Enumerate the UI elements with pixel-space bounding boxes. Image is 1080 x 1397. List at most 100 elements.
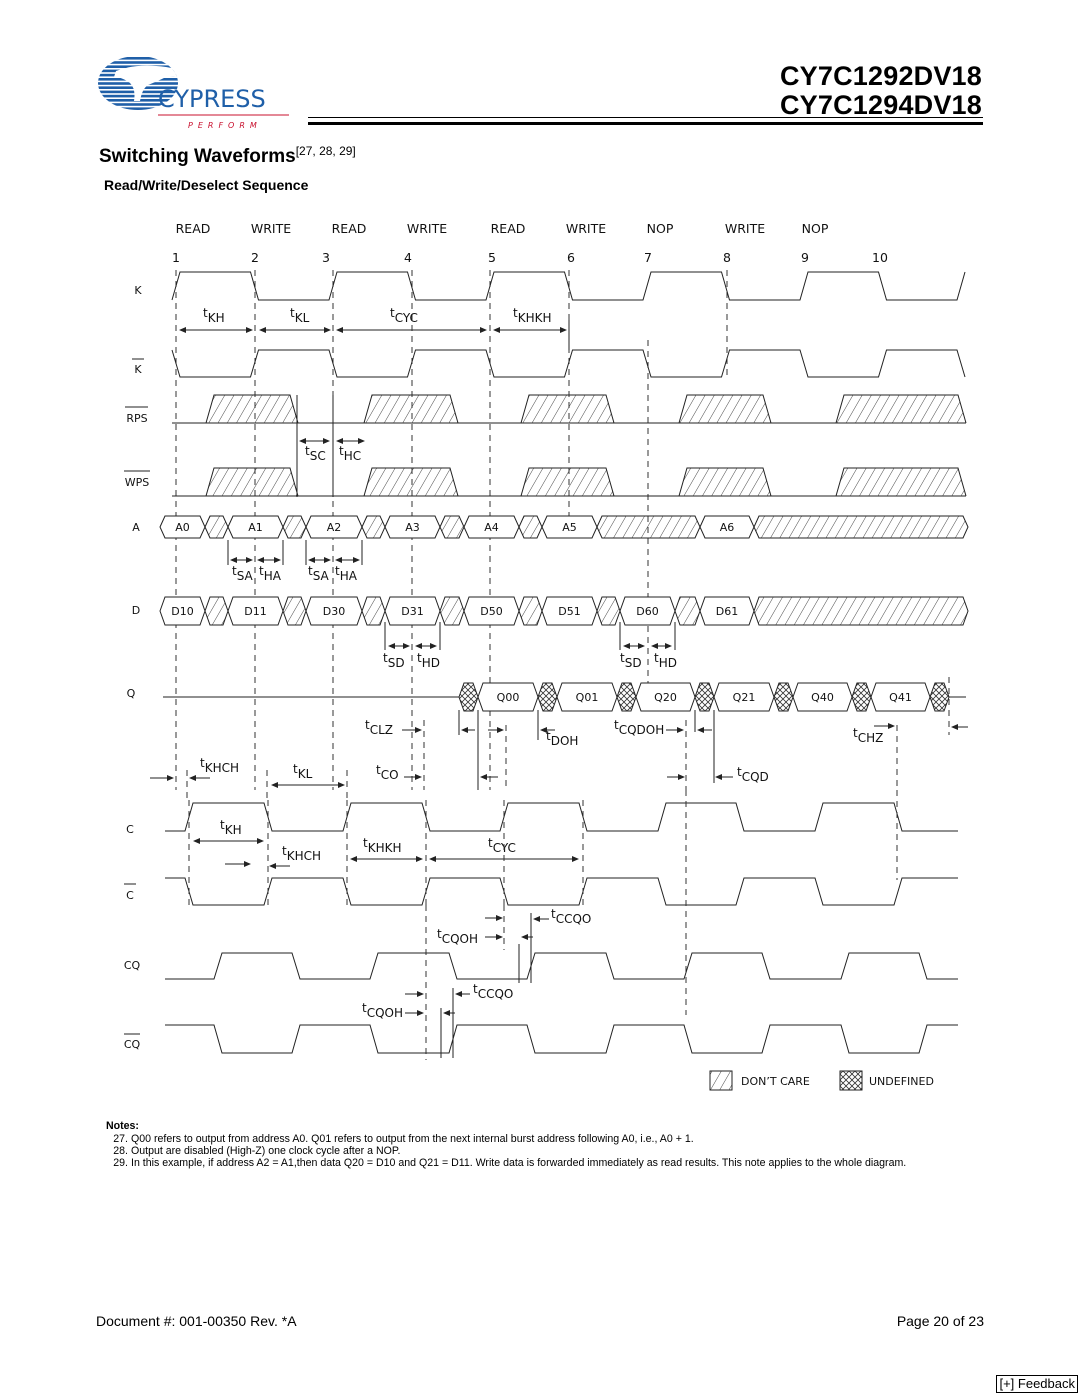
signal-label-cq: CQ xyxy=(124,959,141,972)
legend-undefined-icon xyxy=(839,1070,863,1091)
note-text: Output are disabled (High-Z) one clock c… xyxy=(131,1145,401,1157)
bus-q-label: Q21 xyxy=(733,691,756,704)
label-tHA: tHA xyxy=(335,564,358,583)
operation-label-read: READ xyxy=(332,221,367,236)
signal-label-q: Q xyxy=(127,687,136,700)
label-tCQOH: tCQOH xyxy=(437,927,478,946)
legend-dont-care-label: DON’T CARE xyxy=(741,1075,810,1088)
document-number: Document #: 001-00350 Rev. *A xyxy=(96,1313,297,1329)
note-item: 28. Output are disabled (High-Z) one cloc… xyxy=(104,1145,984,1157)
label-tCCQO: tCCQO xyxy=(473,982,513,1001)
bus-q-undefined xyxy=(458,682,479,712)
bus-q-label: Q40 xyxy=(811,691,834,704)
cycle-number: 5 xyxy=(488,250,496,265)
bus-d-dont-care xyxy=(753,596,969,626)
operation-label-write: WRITE xyxy=(251,221,291,236)
legend-undefined-label: UNDEFINED xyxy=(869,1075,934,1088)
bus-a-label: A0 xyxy=(175,521,190,534)
signal-label-rps: RPS xyxy=(126,412,147,425)
label-tCLZ: tCLZ xyxy=(365,718,393,737)
waveform-cq xyxy=(165,952,958,980)
waveform-rps-dont-care-window xyxy=(520,394,615,424)
bus-d-label: D61 xyxy=(716,605,738,618)
label-tCQD: tCQD xyxy=(737,765,769,784)
bus-a-label: A5 xyxy=(562,521,577,534)
operation-label-read: READ xyxy=(176,221,211,236)
bus-a-dont-care xyxy=(361,515,386,539)
bus-d-label: D31 xyxy=(401,605,423,618)
waveform-wps-dont-care-window xyxy=(835,467,967,497)
note-item: 29. In this example, if address A2 = A1,t… xyxy=(104,1157,984,1169)
label-tKHKH: tKHKH xyxy=(363,836,402,855)
note-item: 27. Q00 refers to output from address A0.… xyxy=(104,1133,984,1145)
note-number: 28. xyxy=(113,1145,128,1157)
bus-a-label: A4 xyxy=(484,521,499,534)
signal-label-wps: WPS xyxy=(125,476,150,489)
bus-q-undefined xyxy=(929,682,950,712)
waveform-wps-dont-care-window xyxy=(678,467,772,497)
bus-d-label: D11 xyxy=(244,605,266,618)
operation-label-write: WRITE xyxy=(407,221,447,236)
label-tHD: tHD xyxy=(654,651,677,670)
bus-d-dont-care xyxy=(361,596,386,626)
page-number: Page 20 of 23 xyxy=(896,1313,984,1329)
bus-a-dont-care xyxy=(596,515,701,539)
bus-q-undefined xyxy=(694,682,715,712)
bus-q-undefined xyxy=(537,682,558,712)
bus-q-undefined xyxy=(851,682,872,712)
waveform-wps-dont-care-window xyxy=(363,467,459,497)
cycle-number: 3 xyxy=(322,250,330,265)
bus-d-label: D30 xyxy=(323,605,345,618)
waveform-wps-dont-care-window xyxy=(205,467,299,497)
label-tHC: tHC xyxy=(339,444,361,463)
note-number: 27. xyxy=(113,1133,128,1145)
signal-label-k-bar: K xyxy=(134,363,142,376)
bus-d-label: D50 xyxy=(480,605,502,618)
notes-header: Notes: xyxy=(106,1120,139,1132)
bus-a-dont-care xyxy=(439,515,465,539)
bus-q-label: Q01 xyxy=(576,691,599,704)
operation-label-write: WRITE xyxy=(566,221,606,236)
bus-d-dont-care xyxy=(204,596,229,626)
waveform-c xyxy=(165,802,958,832)
cycle-number: 4 xyxy=(404,250,412,265)
waveform-c-bar xyxy=(165,877,958,906)
cycle-number: 6 xyxy=(567,250,575,265)
bus-a-label: A2 xyxy=(327,521,342,534)
cycle-number: 8 xyxy=(723,250,731,265)
label-tCHZ: tCHZ xyxy=(853,726,883,745)
signal-label-c: C xyxy=(126,823,134,836)
bus-a-label: A6 xyxy=(720,521,735,534)
waveform-rps-dont-care-window xyxy=(205,394,299,424)
bus-q-label: Q20 xyxy=(654,691,677,704)
cycle-number: 2 xyxy=(251,250,259,265)
cycle-number: 9 xyxy=(801,250,809,265)
bus-d-dont-care xyxy=(439,596,465,626)
bus-d-label: D10 xyxy=(171,605,193,618)
timing-diagram: READ WRITE READ WRITE READ WRITE NOP WRITE NOP 1 2… xyxy=(124,221,969,1091)
label-tCYC: tCYC xyxy=(488,836,516,855)
cycle-number: 7 xyxy=(644,250,652,265)
feedback-link[interactable]: [+] Feedback xyxy=(996,1375,1078,1393)
label-tSD: tSD xyxy=(620,651,642,670)
label-tKH: tKH xyxy=(203,306,225,325)
label-tCCQO: tCCQO xyxy=(551,907,591,926)
label-tKL: tKL xyxy=(290,306,310,325)
bus-d-label: D51 xyxy=(558,605,580,618)
cycle-number: 1 xyxy=(172,250,180,265)
signal-label-d: D xyxy=(132,604,140,617)
label-tCQDOH: tCQDOH xyxy=(614,718,664,737)
bus-a-label: A1 xyxy=(248,521,263,534)
operation-label-nop: NOP xyxy=(647,221,674,236)
label-tCQOH: tCQOH xyxy=(362,1001,403,1020)
label-tKL: tKL xyxy=(293,762,313,781)
label-tKHCH: tKHCH xyxy=(200,756,239,775)
signal-label-cq-bar: CQ xyxy=(124,1038,141,1051)
bus-d-dont-care xyxy=(596,596,621,626)
signal-label-c-bar: C xyxy=(126,889,134,902)
bus-q-label: Q41 xyxy=(889,691,912,704)
note-text: Q00 refers to output from address A0. Q0… xyxy=(131,1133,694,1145)
label-tDOH: tDOH xyxy=(546,729,578,748)
bus-q-label: Q00 xyxy=(497,691,520,704)
label-tKHCH: tKHCH xyxy=(282,844,321,863)
